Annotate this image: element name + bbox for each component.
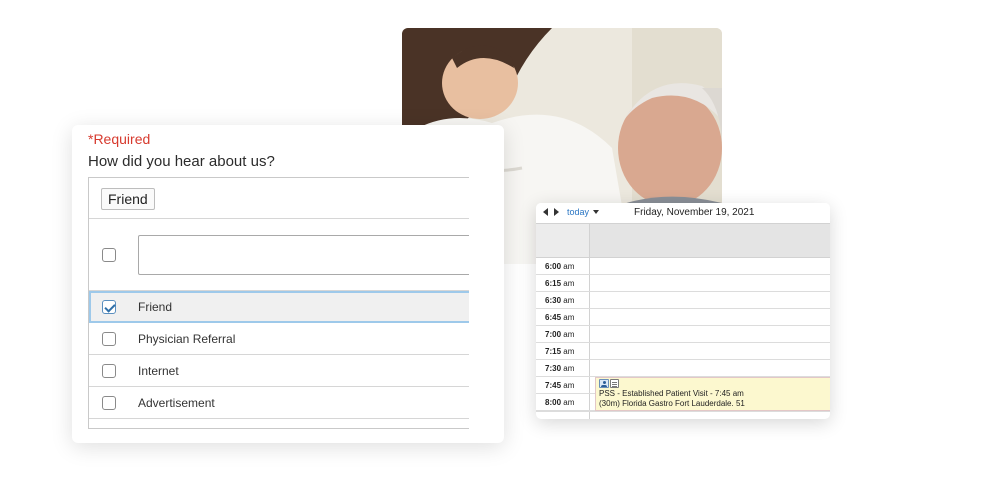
time-ampm: am	[563, 296, 575, 305]
option-friend[interactable]: Friend	[89, 291, 469, 323]
time-ampm: am	[563, 279, 575, 288]
time-slot-row[interactable]: 6:00 am	[536, 258, 830, 275]
time-value: 6:30	[545, 296, 562, 305]
time-label: 7:45 am	[536, 377, 590, 393]
day-calendar: today Friday, November 19, 2021 6:00 am …	[536, 203, 830, 419]
chevron-down-icon[interactable]	[593, 210, 599, 214]
time-slot-row[interactable]: 7:15 am	[536, 343, 830, 360]
patient-icon	[599, 379, 609, 388]
option-friend-label: Friend	[138, 300, 173, 314]
time-value: 8:00	[545, 398, 562, 407]
time-slot-row[interactable]: 6:45 am	[536, 309, 830, 326]
calendar-header: today Friday, November 19, 2021	[536, 203, 830, 223]
referral-source-form: *Required How did you hear about us? Fri…	[72, 125, 504, 443]
referral-source-listbox[interactable]: Friend Friend Physician Referral Interne…	[88, 177, 469, 429]
question-label: How did you hear about us?	[88, 153, 275, 170]
time-label: 8:00 am	[536, 394, 590, 410]
today-button[interactable]: today	[567, 207, 589, 217]
previous-day-icon[interactable]	[543, 208, 548, 216]
next-day-icon[interactable]	[554, 208, 559, 216]
time-value: 6:45	[545, 313, 562, 322]
all-day-row[interactable]	[536, 223, 830, 258]
time-value: 7:30	[545, 364, 562, 373]
time-slot-row[interactable]: 7:30 am	[536, 360, 830, 377]
time-label: 6:30 am	[536, 292, 590, 308]
time-label: 6:00 am	[536, 258, 590, 274]
calendar-event[interactable]: PSS - Established Patient Visit - 7:45 a…	[595, 377, 830, 411]
option-internet-label: Internet	[138, 364, 179, 378]
required-label: *Required	[88, 131, 151, 147]
selected-tag-friend[interactable]: Friend	[101, 188, 155, 210]
event-details: (30m) Florida Gastro Fort Lauderdale. 51	[599, 399, 745, 408]
time-value: 6:00	[545, 262, 562, 271]
time-label: 7:00 am	[536, 326, 590, 342]
calendar-date-title: Friday, November 19, 2021	[634, 207, 755, 218]
time-label: 7:15 am	[536, 343, 590, 359]
time-slot-row[interactable]: 6:30 am	[536, 292, 830, 309]
time-slot-row[interactable]: 7:00 am	[536, 326, 830, 343]
time-label: 6:15 am	[536, 275, 590, 291]
time-ampm: am	[563, 330, 575, 339]
time-ampm: am	[563, 381, 575, 390]
event-icons	[599, 379, 830, 389]
option-advertisement-label: Advertisement	[138, 396, 215, 410]
time-value: 7:15	[545, 347, 562, 356]
select-all-checkbox[interactable]	[102, 248, 116, 262]
time-label: 7:30 am	[536, 360, 590, 376]
option-physician-referral-checkbox[interactable]	[102, 332, 116, 346]
event-title: PSS - Established Patient Visit - 7:45 a…	[599, 389, 744, 398]
option-internet-checkbox[interactable]	[102, 364, 116, 378]
time-ampm: am	[563, 347, 575, 356]
time-ampm: am	[563, 398, 575, 407]
option-advertisement-checkbox[interactable]	[102, 396, 116, 410]
time-ampm: am	[563, 262, 575, 271]
option-physician-referral-label: Physician Referral	[138, 332, 236, 346]
all-day-gutter	[536, 224, 590, 257]
time-value: 7:45	[545, 381, 562, 390]
time-slot-row-partial	[536, 411, 830, 419]
time-ampm: am	[563, 313, 575, 322]
option-internet[interactable]: Internet	[89, 355, 469, 387]
option-friend-checkbox[interactable]	[102, 300, 116, 314]
filter-row	[89, 219, 469, 291]
document-icon	[610, 379, 619, 388]
time-label: 6:45 am	[536, 309, 590, 325]
selected-tags-row: Friend	[89, 178, 469, 219]
time-value: 7:00	[545, 330, 562, 339]
option-advertisement[interactable]: Advertisement	[89, 387, 469, 419]
time-ampm: am	[563, 364, 575, 373]
option-physician-referral[interactable]: Physician Referral	[89, 323, 469, 355]
time-label	[536, 412, 590, 419]
time-slot-row[interactable]: 6:15 am	[536, 275, 830, 292]
time-value: 6:15	[545, 279, 562, 288]
filter-input[interactable]	[138, 235, 469, 275]
